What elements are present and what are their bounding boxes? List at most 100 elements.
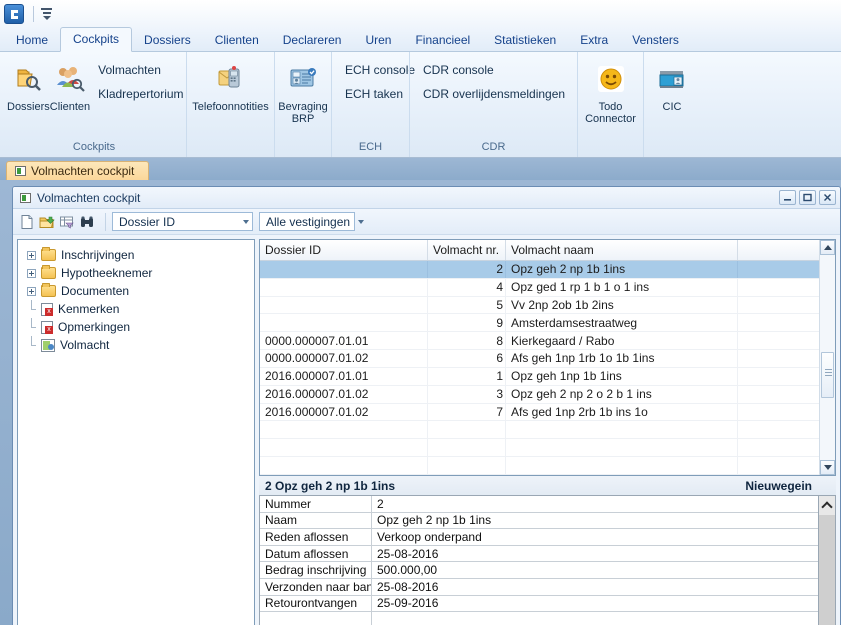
id-card-icon	[288, 59, 318, 99]
grid-vertical-scrollbar[interactable]	[819, 240, 835, 475]
dossiers-button[interactable]: Dossiers	[7, 55, 50, 139]
sort-field-combobox[interactable]: Dossier ID	[112, 212, 253, 231]
table-row[interactable]: 2 Opz geh 2 np 1b 1ins	[260, 260, 819, 279]
detail-value[interactable]: Verkoop onderpand	[372, 529, 818, 545]
detail-vertical-scrollbar[interactable]	[818, 496, 835, 625]
table-row[interactable]	[260, 457, 819, 475]
dossiers-button-label: Dossiers	[7, 101, 50, 113]
tree-item-opmerkingen[interactable]: Opmerkingen	[21, 317, 251, 336]
scroll-down-icon[interactable]	[820, 460, 835, 475]
branch-filter-combobox[interactable]: Alle vestigingen	[259, 212, 365, 231]
table-row[interactable]: 0000.000007.01.01 8 Kierkegaard / Rabo	[260, 332, 819, 351]
bevraging-brp-button[interactable]: Bevraging BRP	[278, 55, 328, 139]
ribbon-group-bevraging-brp: Bevraging BRP	[274, 52, 331, 157]
ribbon-tab-cockpits[interactable]: Cockpits	[60, 27, 133, 52]
tree-item-kenmerken[interactable]: Kenmerken	[21, 299, 251, 318]
minimize-button[interactable]	[779, 190, 796, 205]
expand-icon[interactable]	[27, 286, 36, 296]
tree-item-label: Hypotheeknemer	[61, 266, 153, 280]
column-header-volmacht-naam[interactable]: Volmacht naam	[506, 240, 738, 260]
table-row[interactable]: 2016.000007.01.01 1 Opz geh 1np 1b 1ins	[260, 367, 819, 386]
detail-row-retourontvangen[interactable]: Retourontvangen 25-09-2016	[260, 595, 818, 613]
column-header-blank[interactable]	[738, 240, 819, 260]
detail-row-verzonden-naar-bank[interactable]: Verzonden naar bank 25-08-2016	[260, 578, 818, 596]
cell-volmacht-naam	[506, 421, 738, 439]
detail-row-empty[interactable]	[260, 612, 818, 625]
detail-row-bedrag-inschrijving[interactable]: Bedrag inschrijving 500.000,00	[260, 562, 818, 579]
expand-icon[interactable]	[27, 250, 36, 260]
cell-dossier-id: 0000.000007.01.01	[260, 332, 428, 350]
ribbon-tab-clienten[interactable]: Clienten	[203, 29, 271, 52]
ech-taken-link[interactable]: ECH taken	[345, 87, 415, 101]
child-window-title-bar[interactable]: Volmachten cockpit	[13, 187, 840, 209]
detail-row-nummer[interactable]: Nummer 2	[260, 496, 818, 513]
tree-item-volmacht[interactable]: Volmacht	[21, 335, 251, 354]
column-header-volmacht-nr[interactable]: Volmacht nr.	[428, 240, 506, 260]
table-row[interactable]: 9 Amsterdamsestraatweg	[260, 314, 819, 333]
clienten-button-label: Clienten	[49, 101, 91, 113]
ribbon-tab-home[interactable]: Home	[4, 29, 60, 52]
binoculars-find-icon[interactable]	[79, 214, 95, 230]
detail-label: Bedrag inschrijving	[260, 562, 372, 578]
cell-volmacht-nr	[428, 439, 506, 457]
expand-icon[interactable]	[27, 268, 36, 278]
chevron-up-icon[interactable]	[818, 496, 835, 515]
tree-connector-icon	[27, 317, 36, 332]
table-row[interactable]: 5 Vv 2np 2ob 1b 2ins	[260, 296, 819, 315]
table-row[interactable]: 2016.000007.01.02 7 Afs ged 1np 2rb 1b i…	[260, 403, 819, 422]
volmachten-link[interactable]: Volmachten	[98, 63, 183, 77]
ribbon-tab-dossiers[interactable]: Dossiers	[132, 29, 203, 52]
table-row[interactable]: 4 Opz ged 1 rp 1 b 1 o 1 ins	[260, 278, 819, 297]
ech-console-link[interactable]: ECH console	[345, 63, 415, 77]
ribbon-tab-statistieken[interactable]: Statistieken	[482, 29, 568, 52]
detail-value[interactable]	[372, 612, 818, 625]
ribbon-tab-financieel[interactable]: Financieel	[403, 29, 482, 52]
tree-item-documenten[interactable]: Documenten	[21, 282, 251, 300]
detail-header-location: Nieuwegein	[745, 478, 812, 493]
open-folder-icon[interactable]	[39, 214, 55, 230]
detail-row-naam[interactable]: Naam Opz geh 2 np 1b 1ins	[260, 512, 818, 530]
mdi-tab-volmachten-cockpit[interactable]: Volmachten cockpit	[6, 161, 150, 180]
detail-row-datum-aflossen[interactable]: Datum aflossen 25-08-2016	[260, 545, 818, 563]
detail-value[interactable]: 500.000,00	[372, 562, 818, 578]
detail-label: Verzonden naar bank	[260, 578, 372, 595]
ribbon-tab-uren[interactable]: Uren	[353, 29, 403, 52]
maximize-button[interactable]	[799, 190, 816, 205]
scrollbar-thumb[interactable]	[821, 352, 834, 398]
tree-item-hypotheeknemer[interactable]: Hypotheeknemer	[21, 264, 251, 282]
app-logo-icon[interactable]	[4, 4, 24, 24]
cell-blank	[738, 404, 819, 421]
grid-filter-icon[interactable]	[59, 214, 75, 230]
cdr-console-link[interactable]: CDR console	[423, 63, 565, 77]
kladrepertorium-link[interactable]: Kladrepertorium	[98, 87, 183, 101]
cic-button[interactable]: CIC	[649, 55, 695, 139]
clienten-button[interactable]: Clienten	[50, 55, 90, 139]
new-document-icon[interactable]	[19, 214, 35, 230]
child-window-volmachten-cockpit: Volmachten cockpit Dossier ID Alle vesti…	[12, 186, 841, 625]
close-button[interactable]	[819, 190, 836, 205]
telefoonnotities-button[interactable]: Telefoonnotities	[192, 55, 269, 139]
cdr-overlijdensmeldingen-link[interactable]: CDR overlijdensmeldingen	[423, 87, 565, 101]
tree-item-inschrijvingen[interactable]: Inschrijvingen	[21, 246, 251, 264]
table-row[interactable]	[260, 421, 819, 440]
cell-blank	[738, 314, 819, 331]
toolbar-divider	[105, 212, 106, 231]
ribbon-tab-declareren[interactable]: Declareren	[271, 29, 354, 52]
todo-connector-button[interactable]: Todo Connector	[583, 55, 638, 139]
ribbon-tab-vensters[interactable]: Vensters	[620, 29, 691, 52]
detail-property-grid: Nummer 2 Naam Opz geh 2 np 1b 1ins Reden…	[259, 495, 836, 625]
detail-value[interactable]: 25-09-2016	[372, 596, 818, 612]
detail-value[interactable]: 25-08-2016	[372, 546, 818, 562]
table-row[interactable]	[260, 439, 819, 458]
detail-value[interactable]: Opz geh 2 np 1b 1ins	[372, 513, 818, 529]
customize-qat-icon[interactable]	[41, 8, 52, 20]
detail-row-reden-aflossen[interactable]: Reden aflossen Verkoop onderpand	[260, 529, 818, 546]
column-header-dossier-id[interactable]: Dossier ID	[260, 240, 428, 260]
detail-value[interactable]: 2	[372, 496, 818, 512]
ribbon-tab-extra[interactable]: Extra	[568, 29, 620, 52]
table-row[interactable]: 0000.000007.01.02 6 Afs geh 1np 1rb 1o 1…	[260, 350, 819, 368]
cell-volmacht-nr: 9	[428, 314, 506, 332]
scroll-up-icon[interactable]	[820, 240, 835, 255]
table-row[interactable]: 2016.000007.01.02 3 Opz geh 2 np 2 o 2 b…	[260, 385, 819, 404]
detail-value[interactable]: 25-08-2016	[372, 579, 818, 595]
